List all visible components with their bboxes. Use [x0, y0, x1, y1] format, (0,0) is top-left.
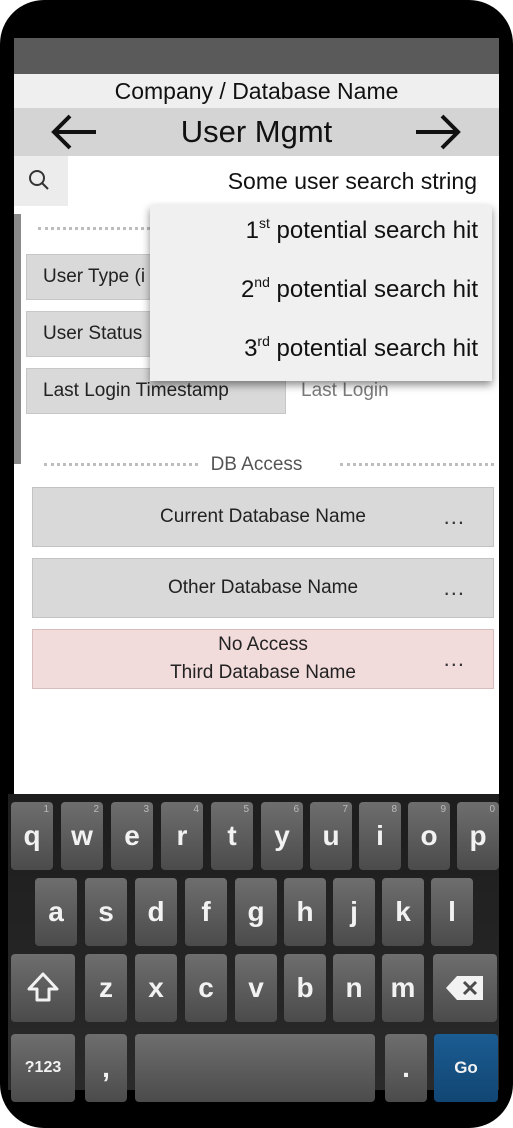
shift-key[interactable]	[11, 954, 75, 1022]
company-database-title: Company / Database Name	[14, 74, 499, 108]
search-suggestion-item[interactable]: 1st potential search hit	[246, 215, 478, 245]
backspace-icon	[446, 976, 483, 1000]
user-type-label: User Type (i	[43, 266, 146, 287]
key-i[interactable]: i8	[359, 802, 401, 870]
db-name: Current Database Name	[160, 506, 366, 527]
search-button[interactable]	[14, 156, 68, 206]
key-y[interactable]: y6	[261, 802, 303, 870]
user-status-label: User Status	[43, 323, 143, 344]
key-o[interactable]: o9	[408, 802, 450, 870]
key-e[interactable]: e3	[111, 802, 153, 870]
key-u[interactable]: u7	[310, 802, 352, 870]
more-options-button[interactable]: ...	[444, 504, 465, 530]
soft-keyboard: q1 w2 e3 r4 t5 y6 u7 i8 o9 p0 a s d f g …	[8, 794, 499, 1102]
db-name: Third Database Name	[170, 662, 356, 683]
key-q[interactable]: q1	[11, 802, 53, 870]
db-access-card-no-access[interactable]: No Access Third Database Name ...	[32, 629, 494, 689]
search-icon	[29, 170, 49, 190]
key-f[interactable]: f	[185, 878, 227, 946]
backspace-key[interactable]	[433, 954, 497, 1022]
status-bar	[14, 38, 499, 74]
more-options-button[interactable]: ...	[444, 646, 465, 672]
more-options-button[interactable]: ...	[444, 575, 465, 601]
key-a[interactable]: a	[35, 878, 77, 946]
key-c[interactable]: c	[185, 954, 227, 1022]
search-input[interactable]: Some user search string	[228, 156, 477, 206]
key-m[interactable]: m	[382, 954, 424, 1022]
symbols-key[interactable]: ?123	[11, 1034, 75, 1102]
period-key[interactable]: .	[385, 1034, 427, 1102]
key-w[interactable]: w2	[61, 802, 103, 870]
divider	[38, 227, 168, 230]
key-v[interactable]: v	[235, 954, 277, 1022]
search-bar[interactable]: Some user search string	[14, 156, 499, 206]
db-access-card-current[interactable]: Current Database Name ...	[32, 487, 494, 547]
comma-key[interactable]: ,	[85, 1034, 127, 1102]
key-g[interactable]: g	[235, 878, 277, 946]
key-k[interactable]: k	[382, 878, 424, 946]
access-status: No Access	[218, 634, 308, 655]
search-suggestion-item[interactable]: 2nd potential search hit	[241, 274, 478, 304]
key-j[interactable]: j	[333, 878, 375, 946]
scrollbar[interactable]	[14, 214, 21, 464]
search-suggestions-dropdown: 1st potential search hit 2nd potential s…	[150, 205, 492, 381]
search-suggestion-item[interactable]: 3rd potential search hit	[244, 333, 478, 363]
key-s[interactable]: s	[85, 878, 127, 946]
go-key[interactable]: Go	[434, 1034, 498, 1102]
db-access-card-other[interactable]: Other Database Name ...	[32, 558, 494, 618]
divider	[340, 463, 494, 466]
last-login-timestamp-label: Last Login Timestamp	[43, 380, 229, 401]
key-r[interactable]: r4	[161, 802, 203, 870]
key-p[interactable]: p0	[457, 802, 499, 870]
key-z[interactable]: z	[85, 954, 127, 1022]
key-t[interactable]: t5	[211, 802, 253, 870]
key-n[interactable]: n	[333, 954, 375, 1022]
db-name: Other Database Name	[167, 577, 359, 598]
key-b[interactable]: b	[284, 954, 326, 1022]
title-bar: User Mgmt	[14, 108, 499, 156]
phone-frame: Company / Database Name User Mgmt Some u…	[0, 0, 513, 1128]
arrow-right-icon[interactable]	[412, 112, 464, 152]
key-x[interactable]: x	[135, 954, 177, 1022]
key-h[interactable]: h	[284, 878, 326, 946]
key-d[interactable]: d	[135, 878, 177, 946]
key-l[interactable]: l	[431, 878, 473, 946]
shift-icon	[27, 972, 59, 1002]
space-key[interactable]	[135, 1034, 375, 1102]
